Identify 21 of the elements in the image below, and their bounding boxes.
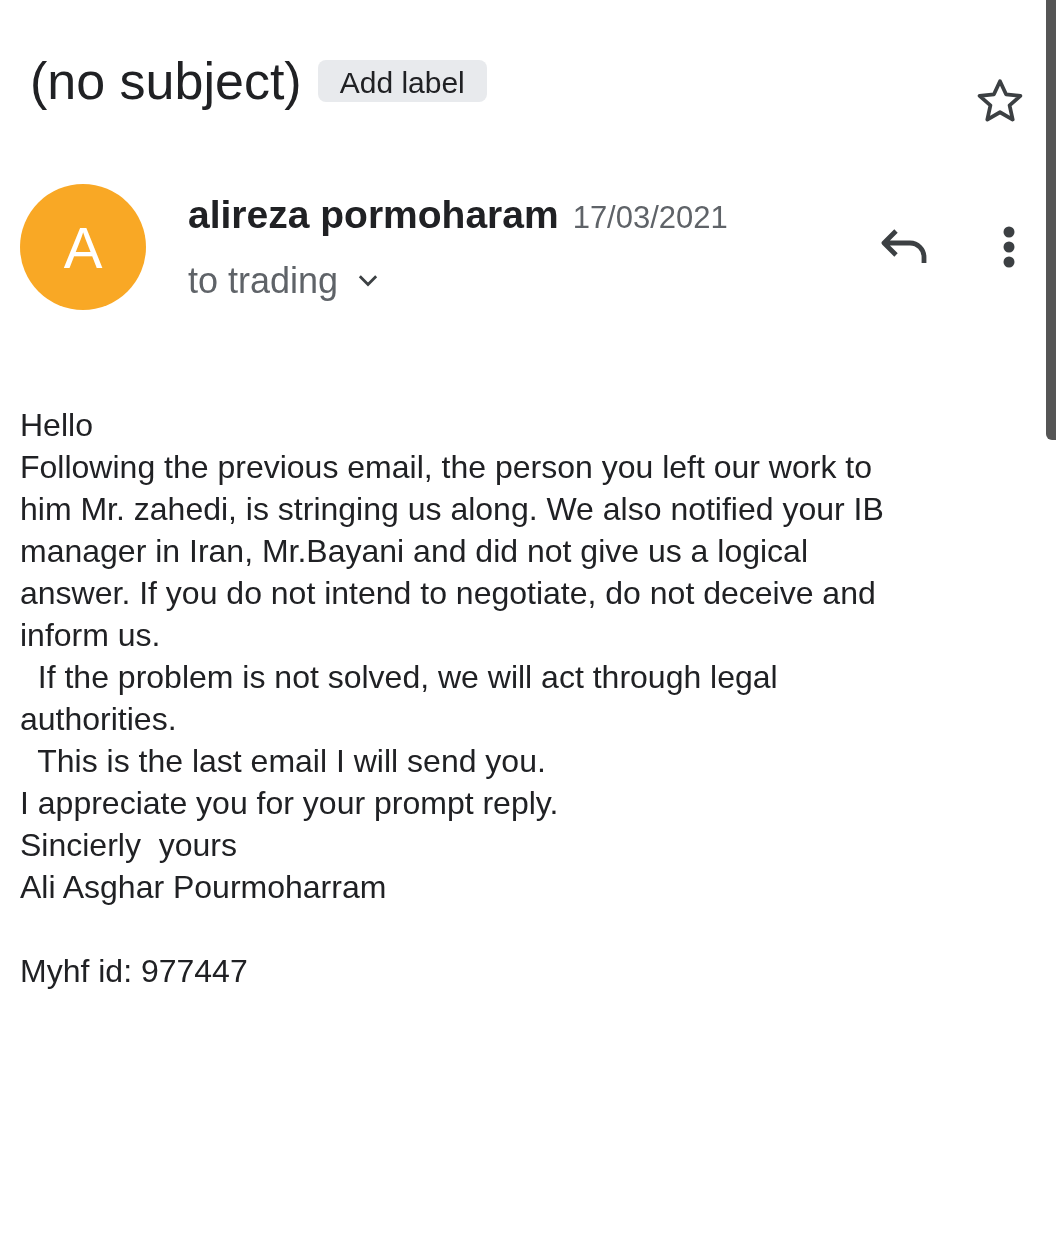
scrollbar[interactable] [1046, 0, 1056, 440]
body-text-line: This is the last email I will send you. [36, 742, 547, 781]
email-date: 17/03/2021 [572, 198, 728, 237]
sender-name: alireza pormoharam [188, 191, 559, 238]
body-text-line: If the problem is not solved, we will act through legal [36, 658, 779, 697]
body-text-line: Sincierly yours [20, 826, 238, 865]
sender-avatar: A [20, 184, 146, 310]
more-options-icon[interactable] [1002, 225, 1016, 269]
body-text-line: inform us. [20, 616, 162, 655]
body-text-line: authorities. [20, 700, 178, 739]
body-text-line: Hello [20, 406, 94, 445]
email-subject: (no subject) [30, 51, 302, 112]
body-text-line: him Mr. zahedi, is stringing us along. We also notified your IB [20, 490, 885, 529]
body-text-line: I appreciate you for your prompt reply. [20, 784, 560, 823]
recipient-dropdown[interactable]: to trading [188, 254, 728, 309]
body-text-line: Following the previous email, the person you left our work to [20, 448, 873, 487]
body-text-line: manager in Iran, Mr.Bayani and did not give us a logical [20, 532, 809, 571]
body-text-line: Myhf id: 977447 [20, 952, 249, 991]
body-text-line: answer. If you do not intend to negotiate, do not deceive and [20, 574, 877, 613]
body-text-line: Ali Asghar Pourmoharram [20, 868, 388, 907]
add-label-button[interactable]: Add label [317, 60, 487, 102]
